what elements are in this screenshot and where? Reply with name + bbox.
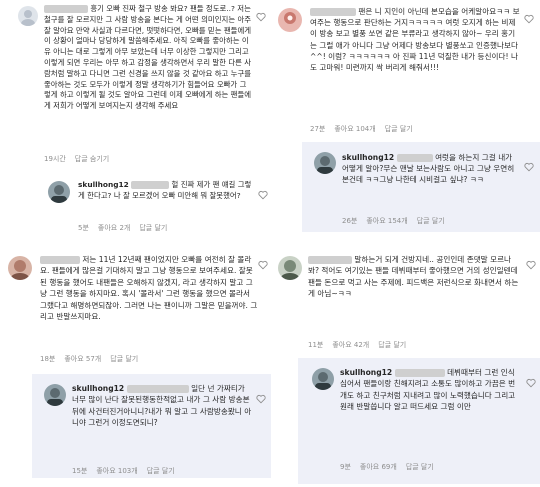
blurred-mention [126,385,189,393]
reply-text: skullhong12 일단 넌 가짜티가 너무 많이 난다 잘못된행동한적없고… [72,384,252,428]
profile-photo-icon [11,260,29,280]
reply-link[interactable]: 답글 달기 [139,224,167,232]
avatar[interactable] [48,181,70,203]
comment-text: 팬은 니 지인이 아닌데 본모습을 어케알아요ㅋㅋ 보여주는 행동으로 판단하는… [310,7,520,73]
hide-replies-link[interactable]: 답글 숨기기 [75,155,109,163]
reply-meta: 26분 좋아요 154개 답글 달기 [342,217,445,225]
panel-bottom-right: 말하는거 되게 건방지네.. 공인인데 존댓말 모르나봐? 적어도 여기있는 팬… [272,244,540,487]
reply-username[interactable]: skullhong12 [78,180,129,189]
like-heart-icon[interactable] [526,260,536,270]
blurred-username [44,5,88,13]
like-heart-icon[interactable] [258,260,268,270]
panel-top-left: 흥기 오빠 진짜 철구 방송 봐요? 팬들 정도로..? 저는 철구를 잘 모르… [0,0,271,238]
comment-meta: 18분 좋아요 57개 답글 달기 [40,355,139,363]
reply-meta: 15분 좋아요 103개 답글 달기 [72,467,175,475]
comment-text: 저는 11년 12년째 팬이었지만 오빠를 여전히 잘 몰라요. 팬들에게 많은… [40,255,258,322]
reply-link[interactable]: 답글 달기 [385,125,413,133]
blurred-username [308,256,352,264]
default-avatar-icon [21,10,35,26]
profile-photo-icon [317,156,333,174]
like-heart-icon[interactable] [524,14,534,24]
avatar[interactable] [18,6,38,26]
avatar[interactable] [44,384,66,406]
profile-photo-icon [51,185,67,203]
reply-link[interactable]: 답글 달기 [110,355,138,363]
blurred-username [40,256,80,264]
reply-text: skullhong12 여럿을 하는지 그걸 내가 어떻게 알아?무슨 맨날 보… [342,153,515,185]
blurred-mention [394,369,445,377]
comment-text: 말하는거 되게 건방지네.. 공인인데 존댓말 모르나봐? 적어도 여기있는 팬… [308,255,519,299]
profile-photo-icon [47,388,63,406]
avatar[interactable] [314,152,336,174]
blurred-username [310,8,356,16]
like-heart-icon[interactable] [258,190,268,200]
reply-link[interactable]: 답글 달기 [417,217,445,225]
blurred-mention [131,181,170,189]
comment-meta: 27분 좋아요 104개 답글 달기 [310,125,413,133]
like-heart-icon[interactable] [524,162,534,172]
like-heart-icon[interactable] [526,378,536,388]
avatar[interactable] [312,368,334,390]
panel-top-right: 팬은 니 지인이 아닌데 본모습을 어케알아요ㅋㅋ 보여주는 행동으로 판단하는… [272,0,540,238]
reply-username[interactable]: skullhong12 [72,384,124,393]
like-heart-icon[interactable] [256,394,266,404]
reply-link[interactable]: 답글 달기 [147,467,175,475]
avatar[interactable] [278,8,302,32]
comment-meta: 11분 좋아요 42개 답글 달기 [308,341,407,349]
reply-link[interactable]: 답글 달기 [378,341,406,349]
comment-text: 흥기 오빠 진짜 철구 방송 봐요? 팬들 정도로..? 저는 철구를 잘 모르… [44,4,252,111]
reply-link[interactable]: 답글 달기 [406,463,434,471]
blurred-mention [396,154,433,162]
profile-photo-icon [315,372,331,390]
profile-photo-icon [284,12,296,24]
panel-bottom-left: 저는 11년 12년째 팬이었지만 오빠를 여전히 잘 몰라요. 팬들에게 많은… [0,244,271,487]
avatar[interactable] [278,256,302,280]
reply-meta: 9분 좋아요 69개 답글 달기 [340,463,434,471]
reply-username[interactable]: skullhong12 [342,153,394,162]
like-heart-icon[interactable] [256,12,266,22]
avatar[interactable] [8,256,32,280]
reply-username[interactable]: skullhong12 [340,368,392,377]
comment-meta: 19시간 답글 숨기기 [44,155,110,163]
profile-photo-icon [281,260,299,280]
reply-meta: 5분 좋아요 2개 답글 달기 [78,224,168,232]
reply-text: skullhong12 헐 진짜 제가 팬 얘길 그렇게 한다고? 나 잘 모르… [78,180,252,200]
reply-text: skullhong12 데뷔때부터 그런 인식 심어서 팬들이랑 친해지려고 소… [340,368,516,412]
